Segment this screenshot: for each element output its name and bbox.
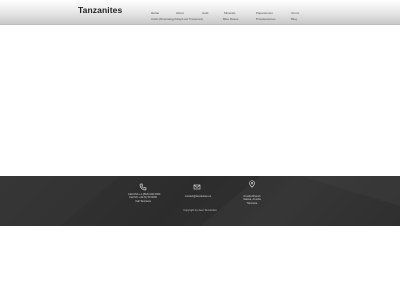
phone-icon — [139, 183, 147, 191]
page-content — [0, 25, 400, 176]
nav-item-paperstones[interactable]: Paperstones — [255, 11, 274, 15]
footer-email[interactable]: contact@tanzanites.us — [180, 195, 216, 198]
brand-logo[interactable]: Tanzanites — [78, 5, 122, 15]
site-footer: Call USA +1 (818) 000 0000 Call UK +44 (… — [0, 176, 400, 226]
nav-item-blue-roses[interactable]: Blue Roses — [222, 17, 239, 21]
nav-item-artist[interactable]: Artist (Mineralogy/Inlay/Lost Treasures) — [150, 17, 204, 21]
footer-phone: Call USA +1 (818) 000 0000 Call UK +44 (… — [128, 193, 160, 203]
mail-icon — [193, 184, 201, 190]
nav-item-prouderstones[interactable]: Prouderstones — [255, 17, 277, 21]
site-header: Tanzanites Home About Gold Minerals Pape… — [0, 0, 400, 25]
nav-item-home[interactable]: Home — [150, 11, 161, 15]
nav-item-terms[interactable]: Terms — [290, 11, 300, 15]
nav-item-about[interactable]: About — [175, 11, 185, 15]
address-line-3: Tanzania — [246, 201, 258, 205]
nav-item-gold[interactable]: Gold — [201, 11, 209, 15]
phone-line-3: Call Tanzania — [135, 199, 151, 203]
nav-item-minerals[interactable]: Minerals — [223, 11, 236, 15]
footer-address: Arusha Branch Sakina, Arusha Tanzania — [237, 195, 267, 205]
location-pin-icon — [249, 180, 255, 188]
copyright-text: Copyright by dear Tanzanites — [183, 209, 217, 212]
nav-item-blog[interactable]: Blog — [290, 17, 298, 21]
